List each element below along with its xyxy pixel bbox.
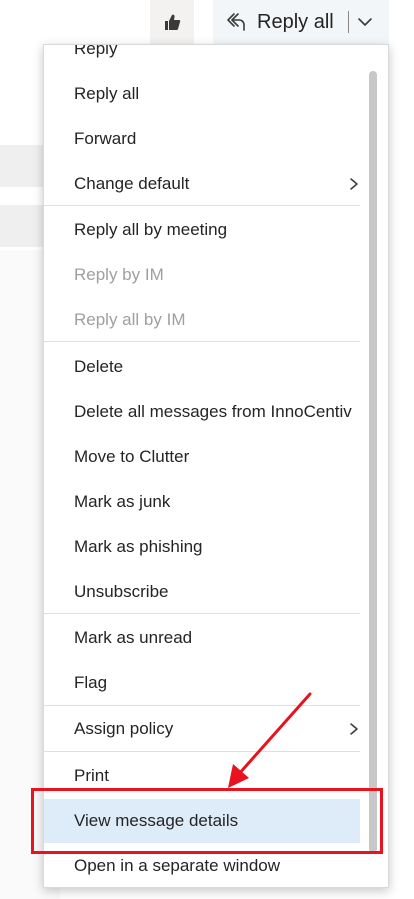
menu-item-label: Unsubscribe <box>74 582 169 601</box>
menu-item-mark-as-unread[interactable]: Mark as unread <box>44 616 364 660</box>
menu-item-label: Reply by IM <box>74 265 164 284</box>
menu-item-label: Change default <box>74 174 190 193</box>
menu-item-label: Flag <box>74 673 108 692</box>
reply-options-menu: Reply Reply all Forward Change default R… <box>43 44 389 888</box>
reply-all-icon <box>227 13 245 31</box>
menu-divider <box>44 705 360 706</box>
menu-item-label: Reply all by IM <box>74 310 186 329</box>
menu-item-label: Delete all messages from InnoCentiv <box>74 402 352 421</box>
menu-item-assign-policy[interactable]: Assign policy <box>44 707 364 751</box>
menu-item-reply-all-by-im: Reply all by IM <box>44 298 364 342</box>
menu-item-label: Forward <box>74 129 137 148</box>
menu-item-label: Print <box>74 766 109 785</box>
menu-item-label: Mark as unread <box>74 628 193 647</box>
menu-item-change-default[interactable]: Change default <box>44 162 364 206</box>
menu-item-mark-as-junk[interactable]: Mark as junk <box>44 480 364 524</box>
menu-item-reply-all[interactable]: Reply all <box>44 72 364 116</box>
menu-item-forward[interactable]: Forward <box>44 117 364 161</box>
menu-item-reply-all-by-meeting[interactable]: Reply all by meeting <box>44 208 364 252</box>
menu-item-label: Reply all by meeting <box>74 220 228 239</box>
menu-divider <box>44 613 360 614</box>
thumbs-up-icon <box>165 14 181 30</box>
menu-item-reply[interactable]: Reply <box>44 44 364 71</box>
reply-all-button[interactable]: Reply all <box>213 0 389 44</box>
menu-item-label: Reply <box>74 44 118 58</box>
menu-item-flag[interactable]: Flag <box>44 661 364 705</box>
menu-item-unsubscribe[interactable]: Unsubscribe <box>44 570 364 614</box>
menu-item-reply-by-im: Reply by IM <box>44 253 364 297</box>
annotation-highlight-box <box>31 788 383 854</box>
chevron-right-icon <box>350 178 358 190</box>
menu-divider <box>44 205 360 206</box>
menu-item-label: Mark as phishing <box>74 537 203 556</box>
menu-item-label: Move to Clutter <box>74 447 190 466</box>
menu-item-delete-all-from-sender[interactable]: Delete all messages from InnoCentiv <box>44 390 364 434</box>
menu-divider <box>44 751 360 752</box>
like-button[interactable] <box>150 0 194 44</box>
chevron-down-icon[interactable] <box>357 14 373 30</box>
menu-item-label: Assign policy <box>74 719 174 738</box>
chevron-right-icon <box>350 723 358 735</box>
menu-item-label: Mark as junk <box>74 492 171 511</box>
menu-item-label: Reply all <box>74 84 140 103</box>
menu-item-delete[interactable]: Delete <box>44 345 364 389</box>
reply-all-label: Reply all <box>257 10 334 33</box>
menu-item-move-to-clutter[interactable]: Move to Clutter <box>44 435 364 479</box>
menu-scrollbar[interactable] <box>369 71 377 853</box>
menu-item-label: Delete <box>74 357 124 376</box>
menu-divider <box>44 341 360 342</box>
menu-item-label: Open in a separate window <box>74 856 281 875</box>
toolbar-separator <box>347 11 349 33</box>
menu-item-mark-as-phishing[interactable]: Mark as phishing <box>44 525 364 569</box>
